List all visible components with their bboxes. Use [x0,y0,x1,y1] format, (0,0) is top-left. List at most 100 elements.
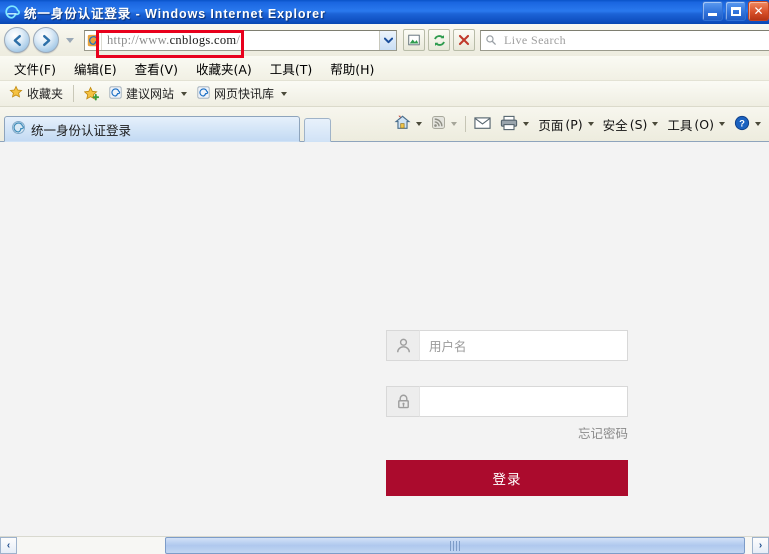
recent-pages-button[interactable] [63,37,77,43]
back-button[interactable] [4,27,30,53]
favorites-bar: 收藏夹 建议网站 网页快讯库 [0,81,769,107]
tab-bar: 统一身份认证登录 页面 (P) 安全 (S) 工具 (O) ? [0,107,769,142]
search-input[interactable]: Live Search [480,29,769,51]
scrollbar-track[interactable] [17,537,752,554]
security-menu-button[interactable]: 安全 (S) [599,113,663,136]
chevron-down-icon[interactable] [755,122,761,126]
print-icon [500,115,518,134]
tools-menu-label: 工具 [667,117,693,133]
favorites-item-label-suggested-sites: 建议网站 [126,87,175,101]
address-toolbar: http://www.cnblogs.com/ Live Search [0,24,769,56]
refresh-button[interactable] [428,29,450,51]
chevron-down-icon[interactable] [416,122,423,126]
menu-item-edit[interactable]: 编辑(E) [68,57,123,80]
favorites-label: 收藏夹 [27,87,64,101]
minimize-button[interactable] [702,1,723,21]
menu-accel-favorites: (A) [233,61,252,77]
compatibility-view-button[interactable] [403,29,425,51]
menu-item-tools[interactable]: 工具(T) [264,57,318,80]
address-dropdown-icon[interactable] [379,30,396,50]
page-menu-button[interactable]: 页面 (P) [534,113,597,136]
url-scheme: http://www. [107,32,170,47]
page-loading-icon [11,120,26,138]
chevron-down-icon[interactable] [181,91,188,96]
menu-label-favorites: 收藏夹 [195,61,234,77]
scroll-right-arrow-icon[interactable]: › [752,537,769,554]
ie-logo-icon [3,4,20,21]
menu-accel-file: (F) [39,61,56,77]
menu-accel-help: (H) [355,61,375,77]
window-controls: ✕ [702,1,769,21]
print-button[interactable] [496,113,533,136]
user-icon [386,330,419,361]
svg-text:?: ? [739,118,745,129]
menu-label-help: 帮助 [330,61,356,77]
chevron-down-icon[interactable] [281,91,288,96]
command-bar: 页面 (P) 安全 (S) 工具 (O) ? [390,112,765,136]
rss-feed-button[interactable] [427,113,461,135]
ie-favicon-icon [85,30,102,50]
login-form: 用户名 忘记密码 登录 [386,330,628,496]
login-submit-button[interactable]: 登录 [386,460,628,496]
lock-icon [386,386,419,417]
rss-feed-icon [431,115,446,133]
page-menu-accel: (P) [565,116,583,132]
menu-bar: 文件(F) 编辑(E) 查看(V) 收藏夹(A) 工具(T) 帮助(H) [0,56,769,81]
favorites-item-label-web-slice-gallery: 网页快讯库 [214,87,275,101]
close-button[interactable]: ✕ [748,1,769,21]
new-tab-button[interactable] [304,118,331,142]
add-to-favorites-icon[interactable] [79,84,104,103]
menu-item-favorites[interactable]: 收藏夹(A) [190,57,258,80]
scrollbar-thumb[interactable] [165,537,745,554]
horizontal-scrollbar[interactable]: ‹ › [0,536,769,554]
mail-button[interactable] [470,114,495,135]
page-content: 用户名 忘记密码 登录 [0,142,769,536]
chevron-down-icon[interactable] [652,122,659,126]
tools-menu-button[interactable]: 工具 (O) [663,113,729,136]
menu-item-help[interactable]: 帮助(H) [324,57,380,80]
chevron-down-icon[interactable] [451,122,458,126]
password-input[interactable] [419,386,628,417]
menu-label-edit: 编辑 [73,61,99,77]
star-icon [9,85,23,102]
maximize-button[interactable] [725,1,746,21]
page-menu-label: 页面 [538,117,564,133]
ie-site-icon [197,85,210,102]
help-icon: ? [734,115,750,134]
password-field-row [386,386,628,417]
window-title: 统一身份认证登录 - Windows Internet Explorer [24,6,326,21]
tools-menu-accel: (O) [694,116,714,132]
chevron-down-icon[interactable] [719,122,725,126]
ie-site-icon [109,85,122,102]
url-path: / [236,32,241,47]
url-host: cnblogs.com [169,32,237,47]
ie-browser-window: 统一身份认证登录 - Windows Internet Explorer ✕ h… [0,0,769,554]
menu-item-view[interactable]: 查看(V) [129,57,184,80]
address-url-text: http://www.cnblogs.com/ [102,33,379,48]
menu-label-tools: 工具 [269,61,295,77]
mail-icon [474,116,491,133]
help-menu-button[interactable]: ? [730,113,765,136]
search-icon [481,34,500,46]
favorites-item-web-slice-gallery[interactable]: 网页快讯库 [192,83,292,104]
menu-label-file: 文件 [14,61,40,77]
forward-button[interactable] [33,27,59,53]
forgot-password-row: 忘记密码 [386,423,628,442]
address-bar[interactable]: http://www.cnblogs.com/ [84,29,397,51]
favorites-center-button[interactable]: 收藏夹 [4,83,68,104]
security-menu-label: 安全 [602,117,628,133]
chevron-down-icon[interactable] [523,122,530,126]
menu-accel-view: (V) [159,61,178,77]
command-divider [465,116,467,132]
username-field-row: 用户名 [386,330,628,361]
scroll-left-arrow-icon[interactable]: ‹ [0,537,17,554]
home-button[interactable] [390,112,426,136]
username-input[interactable]: 用户名 [419,330,628,361]
forgot-password-link[interactable]: 忘记密码 [578,423,628,442]
favorites-divider [73,85,75,102]
tab-unified-identity-login[interactable]: 统一身份认证登录 [4,116,300,142]
favorites-item-suggested-sites[interactable]: 建议网站 [104,83,192,104]
menu-item-file[interactable]: 文件(F) [8,57,62,80]
stop-button[interactable] [453,29,475,51]
chevron-down-icon[interactable] [587,122,594,126]
